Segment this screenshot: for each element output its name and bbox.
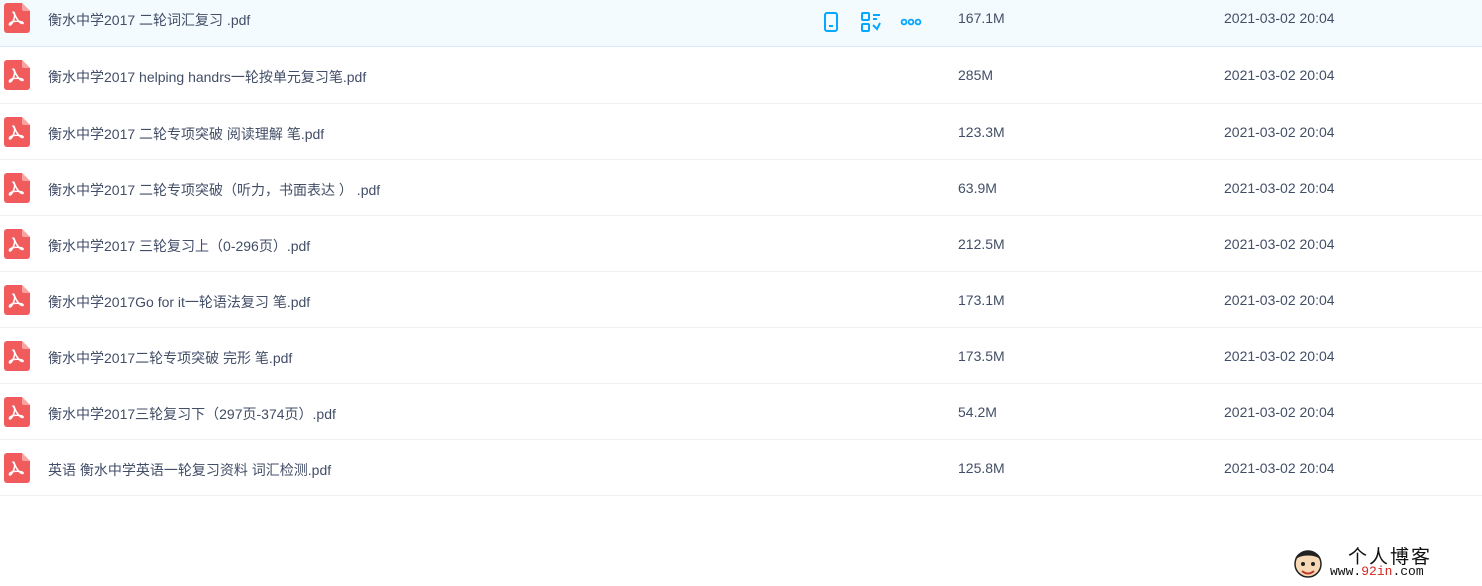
file-name[interactable]: 衡水中学2017Go for it一轮语法复习 笔.pdf: [48, 292, 310, 312]
file-date: 2021-03-02 20:04: [1224, 180, 1335, 196]
watermark: 个人博客 www.92in.com: [1290, 540, 1470, 584]
file-date: 2021-03-02 20:04: [1224, 292, 1335, 308]
file-date: 2021-03-02 20:04: [1224, 348, 1335, 364]
file-date: 2021-03-02 20:04: [1224, 236, 1335, 252]
file-date: 2021-03-02 20:04: [1224, 10, 1335, 26]
file-name[interactable]: 英语 衡水中学英语一轮复习资料 词汇检测.pdf: [48, 460, 331, 480]
file-size: 173.5M: [958, 348, 1005, 364]
file-size: 212.5M: [958, 236, 1005, 252]
file-name[interactable]: 衡水中学2017 二轮专项突破 阅读理解 笔.pdf: [48, 124, 324, 144]
file-date: 2021-03-02 20:04: [1224, 124, 1335, 140]
pdf-file-icon: [4, 285, 30, 315]
file-name[interactable]: 衡水中学2017 二轮专项突破（听力，书面表达 ） .pdf: [48, 180, 380, 200]
file-row[interactable]: 英语 衡水中学英语一轮复习资料 词汇检测.pdf 125.8M 2021-03-…: [0, 440, 1482, 496]
file-date: 2021-03-02 20:04: [1224, 67, 1335, 83]
file-name[interactable]: 衡水中学2017二轮专项突破 完形 笔.pdf: [48, 348, 292, 368]
file-name[interactable]: 衡水中学2017三轮复习下（297页-374页）.pdf: [48, 404, 336, 424]
share-qr-icon[interactable]: [860, 11, 882, 33]
file-row[interactable]: 衡水中学2017三轮复习下（297页-374页）.pdf 54.2M 2021-…: [0, 384, 1482, 440]
pdf-file-icon: [4, 453, 30, 483]
more-icon[interactable]: [900, 11, 922, 33]
file-row[interactable]: 衡水中学2017 三轮复习上（0-296页）.pdf 212.5M 2021-0…: [0, 216, 1482, 272]
pdf-file-icon: [4, 3, 30, 33]
file-size: 54.2M: [958, 404, 997, 420]
phone-icon[interactable]: [820, 11, 842, 33]
file-row[interactable]: 衡水中学2017Go for it一轮语法复习 笔.pdf 173.1M 202…: [0, 272, 1482, 328]
watermark-url: www.92in.com: [1330, 564, 1424, 579]
file-size: 173.1M: [958, 292, 1005, 308]
file-list: 衡水中学2017 二轮词汇复习 .pdf 167.1M 2021-03-02 2…: [0, 0, 1482, 496]
file-size: 123.3M: [958, 124, 1005, 140]
pdf-file-icon: [4, 60, 30, 90]
file-date: 2021-03-02 20:04: [1224, 404, 1335, 420]
file-row[interactable]: 衡水中学2017 helping handrs一轮按单元复习笔.pdf 285M…: [0, 47, 1482, 104]
file-row[interactable]: 衡水中学2017 二轮词汇复习 .pdf 167.1M 2021-03-02 2…: [0, 0, 1482, 47]
file-row[interactable]: 衡水中学2017 二轮专项突破 阅读理解 笔.pdf 123.3M 2021-0…: [0, 104, 1482, 160]
pdf-file-icon: [4, 397, 30, 427]
file-name[interactable]: 衡水中学2017 helping handrs一轮按单元复习笔.pdf: [48, 67, 366, 87]
file-name[interactable]: 衡水中学2017 三轮复习上（0-296页）.pdf: [48, 236, 310, 256]
pdf-file-icon: [4, 229, 30, 259]
file-size: 285M: [958, 67, 994, 83]
file-row[interactable]: 衡水中学2017 二轮专项突破（听力，书面表达 ） .pdf 63.9M 202…: [0, 160, 1482, 216]
file-row[interactable]: 衡水中学2017二轮专项突破 完形 笔.pdf 173.5M 2021-03-0…: [0, 328, 1482, 384]
pdf-file-icon: [4, 173, 30, 203]
file-date: 2021-03-02 20:04: [1224, 460, 1335, 476]
pdf-file-icon: [4, 341, 30, 371]
cartoon-face-icon: [1294, 550, 1322, 578]
pdf-file-icon: [4, 117, 30, 147]
file-size: 125.8M: [958, 460, 1005, 476]
file-size: 63.9M: [958, 180, 997, 196]
file-name[interactable]: 衡水中学2017 二轮词汇复习 .pdf: [48, 10, 250, 30]
file-size: 167.1M: [958, 10, 1005, 26]
